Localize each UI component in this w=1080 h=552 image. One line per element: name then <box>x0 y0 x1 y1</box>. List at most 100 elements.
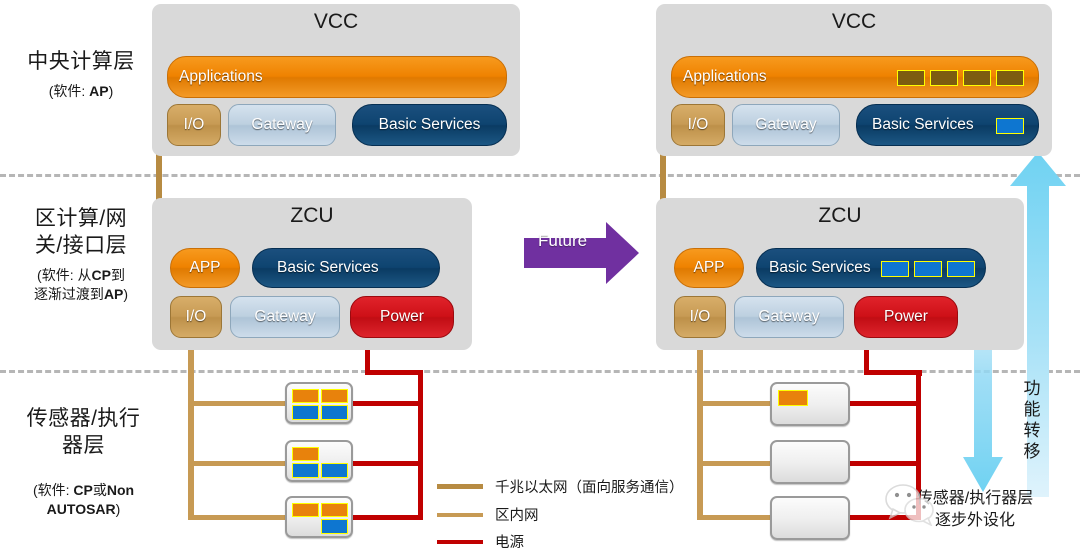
wire-power-right-h-2 <box>848 461 921 466</box>
block-basic-services-zcu-left-label: Basic Services <box>277 259 379 276</box>
highlight-chip-blue <box>881 261 909 277</box>
sensor-node-left-3[interactable] <box>285 496 353 538</box>
node-cell-orange <box>292 389 319 403</box>
block-basic-services-vcc-right-label: Basic Services <box>872 116 974 133</box>
node-cell-blue <box>292 405 319 420</box>
panel-vcc-right-title: VCC <box>831 10 877 33</box>
node-cell-orange <box>292 447 319 461</box>
block-io-vcc-right[interactable]: I/O <box>671 104 725 146</box>
sensor-node-left-1[interactable] <box>285 382 353 424</box>
block-app-zcu-right[interactable]: APP <box>674 248 744 288</box>
panel-vcc-left-title: VCC <box>313 10 359 33</box>
legend: 千兆以太网（面向服务通信） 区内网 电源 <box>437 470 717 552</box>
panel-zcu-right-title: ZCU <box>818 204 862 227</box>
block-app-zcu-left-label: APP <box>189 259 221 276</box>
panel-vcc-left: VCC Applications I/O Gateway Basic Servi… <box>152 4 520 156</box>
row-label-zone: 区计算/网 关/接口层 (软件: 从CP到 逐渐过渡到AP) <box>6 205 156 304</box>
block-basic-services-zcu-right-label: Basic Services <box>769 259 871 276</box>
legend-item-power: 电源 <box>437 531 524 552</box>
basic-services-zcu-right-chips <box>881 261 975 277</box>
block-gateway-vcc-left-label: Gateway <box>251 116 313 133</box>
block-basic-services-zcu-left[interactable]: Basic Services <box>252 248 440 288</box>
row-label-zone-title: 区计算/网 关/接口层 <box>34 207 128 257</box>
architecture-diagram: 中央计算层 (软件: AP) 区计算/网 关/接口层 (软件: 从CP到 逐渐过… <box>0 0 1080 552</box>
wire-power-right-h-top <box>864 370 921 375</box>
panel-vcc-right: VCC Applications I/O Gateway Basic Servi… <box>656 4 1052 156</box>
highlight-chip-olive <box>996 70 1024 86</box>
sensor-node-right-3[interactable] <box>770 496 850 540</box>
row-label-central: 中央计算层 (软件: AP) <box>6 48 156 101</box>
sensor-node-right-2[interactable] <box>770 440 850 484</box>
row-label-central-title: 中央计算层 <box>27 50 135 73</box>
legend-item-ethernet: 千兆以太网（面向服务通信） <box>437 476 684 497</box>
block-app-zcu-left[interactable]: APP <box>170 248 240 288</box>
block-basic-services-vcc-left-label: Basic Services <box>378 116 481 133</box>
block-power-zcu-left-label: Power <box>380 308 424 325</box>
legend-label-ethernet: 千兆以太网（面向服务通信） <box>495 480 684 496</box>
row-label-sensor-title: 传感器/执行 器层 <box>26 407 141 457</box>
row-label-zone-note: (软件: 从CP到 逐渐过渡到AP) <box>33 267 129 302</box>
block-applications-left-label: Applications <box>179 68 263 85</box>
sensor-node-right-1[interactable] <box>770 382 850 426</box>
wechat-logo-icon <box>884 482 936 531</box>
wire-power-left-v-trunk <box>418 370 423 520</box>
block-io-vcc-left[interactable]: I/O <box>167 104 221 146</box>
legend-swatch-zonal <box>437 512 483 517</box>
node-cell-orange <box>778 390 808 406</box>
legend-item-zonal: 区内网 <box>437 504 539 525</box>
block-io-zcu-left[interactable]: I/O <box>170 296 222 338</box>
highlight-chip-blue <box>914 261 942 277</box>
block-basic-services-vcc-right[interactable]: Basic Services <box>856 104 1039 146</box>
highlight-chip-blue <box>996 118 1024 134</box>
block-applications-right-label: Applications <box>683 68 767 85</box>
divider-central-zone <box>0 174 1080 177</box>
basic-services-vcc-right-chips <box>996 118 1024 134</box>
highlight-chip-olive <box>930 70 958 86</box>
block-applications-right[interactable]: Applications <box>671 56 1039 98</box>
legend-label-power: 电源 <box>495 535 524 551</box>
row-label-central-note: (软件: AP) <box>48 83 114 99</box>
node-cell-orange <box>321 503 348 517</box>
transfer-arrow-label: 功能转移 <box>1023 379 1041 461</box>
block-io-vcc-left-label: I/O <box>183 116 205 133</box>
highlight-chip-blue <box>947 261 975 277</box>
power-frame-right <box>916 370 922 376</box>
node-cell-blue <box>321 519 348 534</box>
block-applications-left[interactable]: Applications <box>167 56 507 98</box>
block-gateway-zcu-left[interactable]: Gateway <box>230 296 340 338</box>
node-cell-blue <box>321 463 348 478</box>
legend-swatch-power <box>437 539 483 544</box>
highlight-chip-olive <box>897 70 925 86</box>
block-power-zcu-left[interactable]: Power <box>350 296 454 338</box>
wire-power-left-h-top <box>365 370 423 375</box>
wire-zonal-left-branch-2 <box>188 461 288 466</box>
wire-zonal-left-branch-1 <box>188 401 288 406</box>
panel-zcu-right: ZCU APP Basic Services I/O Gateway Power <box>656 198 1024 350</box>
block-gateway-zcu-right[interactable]: Gateway <box>734 296 844 338</box>
block-io-zcu-right-label: I/O <box>689 308 711 325</box>
sensor-node-left-2[interactable] <box>285 440 353 482</box>
block-gateway-vcc-right[interactable]: Gateway <box>732 104 840 146</box>
wire-zonal-left-v <box>188 336 194 520</box>
node-cell-orange <box>321 389 348 403</box>
wire-power-left-h-1 <box>350 401 423 406</box>
wire-power-right-h-1 <box>848 401 921 406</box>
block-basic-services-vcc-left[interactable]: Basic Services <box>352 104 507 146</box>
node-cell-orange <box>292 503 319 517</box>
block-io-zcu-left-label: I/O <box>185 308 207 325</box>
row-label-sensor-note: (软件: CP或Non AUTOSAR) <box>32 482 135 517</box>
future-arrow: Future <box>524 222 639 284</box>
wire-power-left-h-2 <box>350 461 423 466</box>
block-gateway-zcu-right-label: Gateway <box>758 308 820 325</box>
block-power-zcu-right-label: Power <box>884 308 928 325</box>
block-gateway-vcc-left[interactable]: Gateway <box>228 104 336 146</box>
legend-swatch-ethernet <box>437 484 483 489</box>
applications-right-chips <box>897 70 1024 86</box>
future-arrow-label: Future <box>538 231 588 250</box>
panel-zcu-left-title: ZCU <box>290 204 334 227</box>
block-power-zcu-right[interactable]: Power <box>854 296 958 338</box>
block-gateway-vcc-right-label: Gateway <box>755 116 817 133</box>
block-basic-services-zcu-right[interactable]: Basic Services <box>756 248 986 288</box>
wire-power-left-h-3 <box>350 515 423 520</box>
block-io-zcu-right[interactable]: I/O <box>674 296 726 338</box>
